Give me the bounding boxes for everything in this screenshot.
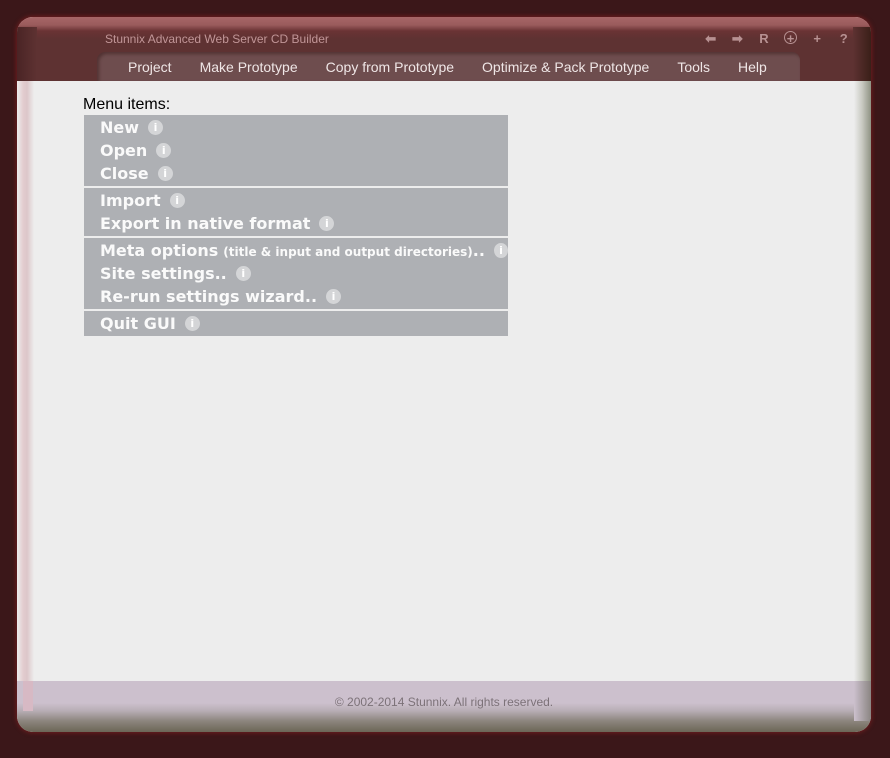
menu-item-label: Close bbox=[100, 164, 149, 183]
menu-item-label: Site settings.. bbox=[100, 264, 227, 283]
info-icon[interactable]: i bbox=[157, 166, 173, 181]
menu-group-quit: Quit GUI i bbox=[84, 311, 508, 336]
zoom-in-icon[interactable]: + bbox=[777, 31, 804, 47]
info-icon[interactable]: i bbox=[184, 316, 200, 331]
menu-group-import-export: Import i Export in native format i bbox=[84, 188, 508, 236]
menu-item-suffix: .. bbox=[472, 241, 485, 260]
info-icon[interactable]: i bbox=[235, 266, 251, 281]
menu-copy-from-prototype[interactable]: Copy from Prototype bbox=[312, 59, 468, 75]
menu-item-label: Open bbox=[100, 141, 148, 160]
menu-item-label: Import bbox=[100, 191, 161, 210]
info-icon[interactable]: i bbox=[493, 243, 508, 258]
menu-item-import[interactable]: Import i bbox=[84, 189, 508, 212]
menu-item-close[interactable]: Close i bbox=[84, 162, 508, 185]
menu-item-new[interactable]: New i bbox=[84, 116, 508, 139]
menu-make-prototype[interactable]: Make Prototype bbox=[186, 59, 312, 75]
menubar: Project Make Prototype Copy from Prototy… bbox=[97, 52, 800, 81]
content-left-shade bbox=[17, 81, 34, 681]
header: Stunnix Advanced Web Server CD Builder ⬅… bbox=[17, 17, 871, 81]
zoom-in-glyph: + bbox=[784, 31, 798, 45]
info-icon[interactable]: i bbox=[148, 120, 164, 135]
info-icon[interactable]: i bbox=[156, 143, 172, 158]
reload-icon[interactable]: R bbox=[751, 31, 778, 47]
menu-tools[interactable]: Tools bbox=[663, 59, 724, 75]
menu-item-sublabel: (title & input and output directories) bbox=[223, 244, 473, 259]
menu-item-export-native[interactable]: Export in native format i bbox=[84, 212, 508, 235]
menu-item-meta-options[interactable]: Meta options (title & input and output d… bbox=[84, 239, 508, 262]
forward-arrow-icon[interactable]: ➡ bbox=[724, 31, 751, 47]
menu-item-label: Meta options bbox=[100, 241, 219, 260]
menu-item-label: Quit GUI bbox=[100, 314, 176, 333]
menu-project[interactable]: Project bbox=[97, 59, 186, 75]
app-title: Stunnix Advanced Web Server CD Builder bbox=[105, 32, 329, 46]
menu-item-label: New bbox=[100, 118, 140, 137]
info-icon[interactable]: i bbox=[326, 289, 342, 304]
menu-help[interactable]: Help bbox=[724, 59, 781, 75]
menu-item-open[interactable]: Open i bbox=[84, 139, 508, 162]
info-icon[interactable]: i bbox=[169, 193, 185, 208]
back-arrow-icon[interactable]: ⬅ bbox=[697, 31, 724, 47]
help-icon[interactable]: ? bbox=[830, 31, 857, 47]
menu-item-rerun-wizard[interactable]: Re-run settings wizard.. i bbox=[84, 285, 508, 308]
header-left-shade bbox=[17, 27, 37, 81]
toolbar-icons: ⬅ ➡ R + + ? bbox=[697, 31, 857, 47]
menu-item-site-settings[interactable]: Site settings.. i bbox=[84, 262, 508, 285]
project-menu-panel: New i Open i Close i Import i Export in … bbox=[84, 115, 508, 338]
menu-items-heading: Menu items: bbox=[83, 96, 171, 113]
menu-item-quit-gui[interactable]: Quit GUI i bbox=[84, 312, 508, 335]
menu-item-label: Re-run settings wizard.. bbox=[100, 287, 318, 306]
copyright-text: © 2002-2014 Stunnix. All rights reserved… bbox=[334, 695, 554, 709]
add-icon[interactable]: + bbox=[804, 31, 831, 47]
menu-optimize-pack-prototype[interactable]: Optimize & Pack Prototype bbox=[468, 59, 663, 75]
app-window: Stunnix Advanced Web Server CD Builder ⬅… bbox=[17, 17, 871, 732]
info-icon[interactable]: i bbox=[319, 216, 335, 231]
footer: © 2002-2014 Stunnix. All rights reserved… bbox=[17, 681, 871, 732]
menu-group-settings: Meta options (title & input and output d… bbox=[84, 238, 508, 309]
menu-item-label: Export in native format bbox=[100, 214, 311, 233]
menu-group-file: New i Open i Close i bbox=[84, 115, 508, 186]
content-right-shade bbox=[854, 81, 871, 681]
